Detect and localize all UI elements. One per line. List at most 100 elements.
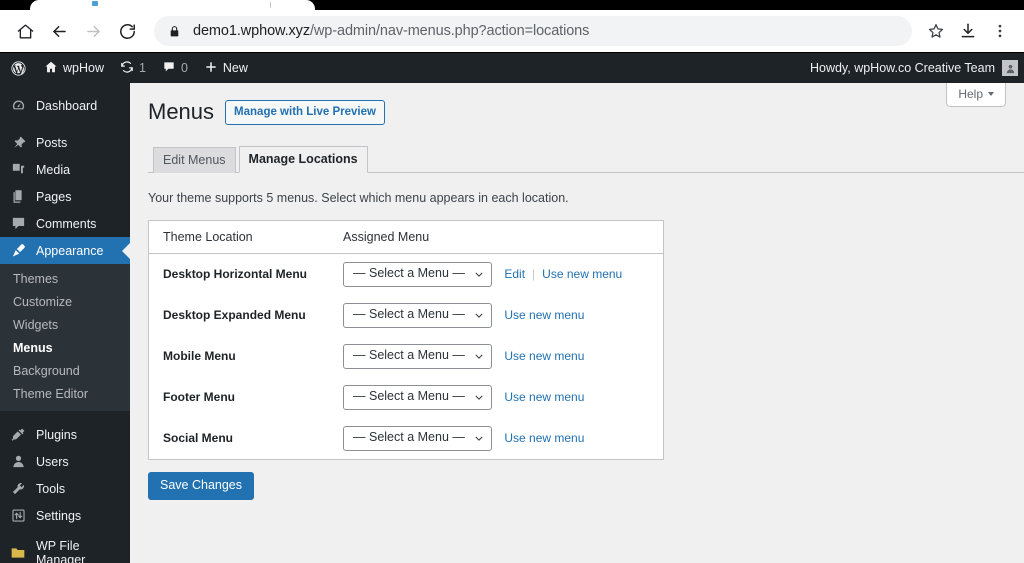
url-host: demo1.wphow.xyz: [193, 23, 310, 39]
sidebar-item-users[interactable]: Users: [0, 448, 130, 475]
site-name-menu[interactable]: wpHow: [36, 53, 112, 83]
use-new-menu-link[interactable]: Use new menu: [504, 308, 584, 322]
sidebar-item-pages[interactable]: Pages: [0, 183, 130, 210]
use-new-menu-link[interactable]: Use new menu: [504, 349, 584, 363]
sidebar-item-label: Comments: [36, 216, 97, 231]
sidebar-item-label: Settings: [36, 508, 82, 523]
back-arrow-icon[interactable]: [42, 14, 76, 48]
menu-select-wrapper: — Select a Menu —: [343, 384, 493, 410]
use-new-menu-link[interactable]: Use new menu: [504, 390, 584, 404]
site-name-label: wpHow: [63, 61, 104, 75]
column-header-theme-location: Theme Location: [148, 220, 330, 254]
comments-count: 0: [180, 61, 188, 75]
sidebar-subitem-background[interactable]: Background: [0, 360, 130, 383]
table-row: Footer Menu — Select a Menu — Use new me…: [149, 377, 664, 418]
sidebar-subitem-theme-editor[interactable]: Theme Editor: [0, 383, 130, 406]
download-icon[interactable]: [952, 15, 984, 47]
assigned-menu-cell: — Select a Menu — Use new menu: [329, 377, 663, 418]
sidebar-item-posts[interactable]: Posts: [0, 129, 130, 156]
appearance-brush-icon: [9, 243, 27, 258]
row-actions: Edit | Use new menu: [504, 267, 622, 281]
home-icon[interactable]: [8, 14, 42, 48]
help-button[interactable]: Help: [946, 83, 1006, 107]
help-tab-container: Help: [946, 83, 1006, 107]
star-icon[interactable]: [920, 15, 952, 47]
row-actions: Use new menu: [504, 308, 584, 322]
theme-location-name: Mobile Menu: [163, 349, 236, 364]
theme-location-name: Desktop Horizontal Menu: [163, 267, 308, 282]
updates-count: 1: [139, 61, 146, 75]
intro-text: Your theme supports 5 menus. Select whic…: [148, 190, 569, 205]
menu-select-footer[interactable]: — Select a Menu —: [343, 384, 493, 410]
folder-icon: [9, 545, 27, 561]
sidebar-item-label: Appearance: [36, 243, 104, 258]
avatar: [1002, 60, 1018, 76]
tab-manage-locations[interactable]: Manage Locations: [238, 145, 368, 173]
use-new-menu-link[interactable]: Use new menu: [504, 431, 584, 445]
sidebar-subitem-customize[interactable]: Customize: [0, 291, 130, 314]
menu-select-wrapper: — Select a Menu —: [343, 261, 493, 287]
sidebar-item-comments[interactable]: Comments: [0, 210, 130, 237]
sidebar-item-label: Plugins: [36, 427, 77, 442]
menu-select-desktop-expanded[interactable]: — Select a Menu —: [343, 302, 493, 328]
sidebar-item-label: Users: [36, 454, 69, 469]
sidebar-subitem-menus[interactable]: Menus: [0, 337, 130, 360]
sidebar-item-label: WP File Manager: [36, 538, 86, 563]
menu-select-mobile[interactable]: — Select a Menu —: [343, 343, 493, 369]
media-icon: [9, 162, 27, 177]
save-changes-button[interactable]: Save Changes: [148, 471, 255, 500]
tools-wrench-icon: [9, 481, 27, 496]
browser-tab[interactable]: [30, 0, 315, 10]
sidebar-item-plugins[interactable]: Plugins: [0, 421, 130, 448]
use-new-menu-link[interactable]: Use new menu: [542, 267, 622, 281]
menu-locations-table: Theme Location Assigned Menu Desktop Hor…: [148, 219, 664, 460]
reload-icon[interactable]: [110, 14, 144, 48]
table-body: Desktop Horizontal Menu — Select a Menu …: [149, 253, 664, 459]
address-bar-url: demo1.wphow.xyz/wp-admin/nav-menus.php?a…: [193, 23, 589, 39]
nav-tab-bar: Edit Menus Manage Locations: [148, 145, 1024, 173]
action-separator: |: [532, 267, 536, 282]
users-icon: [9, 454, 27, 469]
theme-location-name: Desktop Expanded Menu: [163, 308, 306, 323]
sidebar-item-settings[interactable]: Settings: [0, 502, 130, 529]
sidebar-subitem-themes[interactable]: Themes: [0, 268, 130, 291]
account-menu[interactable]: Howdy, wpHow.co Creative Team: [810, 53, 1024, 83]
tab-divider: [270, 2, 271, 8]
row-actions: Use new menu: [504, 390, 584, 404]
sidebar-item-dashboard[interactable]: Dashboard: [0, 92, 130, 119]
sidebar-item-wp-file-manager[interactable]: WP File Manager: [0, 539, 130, 563]
comments-menu[interactable]: 0: [154, 53, 196, 83]
table-header: Theme Location Assigned Menu: [148, 220, 664, 254]
appearance-submenu: Themes Customize Widgets Menus Backgroun…: [0, 264, 130, 411]
three-dot-menu-icon[interactable]: [984, 15, 1016, 47]
table-row: Desktop Horizontal Menu — Select a Menu …: [149, 253, 664, 295]
tab-edit-menus[interactable]: Edit Menus: [153, 146, 236, 173]
updates-menu[interactable]: 1: [112, 53, 154, 83]
menu-select-wrapper: — Select a Menu —: [343, 343, 493, 369]
new-content-menu[interactable]: New: [196, 53, 256, 83]
assigned-menu-cell: — Select a Menu — Use new menu: [329, 295, 663, 336]
browser-toolbar: demo1.wphow.xyz/wp-admin/nav-menus.php?a…: [0, 10, 1024, 53]
sidebar-item-appearance[interactable]: Appearance: [0, 237, 130, 264]
sidebar-item-media[interactable]: Media: [0, 156, 130, 183]
sidebar-subitem-widgets[interactable]: Widgets: [0, 314, 130, 337]
browser-toolbar-actions: [920, 15, 1016, 47]
table-header-row: Theme Location Assigned Menu: [148, 220, 664, 254]
home-small-icon: [44, 60, 58, 77]
main-content: Help Menus Manage with Live Preview Edit…: [130, 83, 1024, 563]
wordpress-logo-icon[interactable]: [0, 53, 36, 83]
sidebar-item-label: Tools: [36, 481, 66, 496]
menu-select-social[interactable]: — Select a Menu —: [343, 425, 493, 451]
address-bar[interactable]: demo1.wphow.xyz/wp-admin/nav-menus.php?a…: [154, 16, 912, 46]
sidebar-item-label: Media: [36, 162, 71, 177]
manage-with-live-preview-button[interactable]: Manage with Live Preview: [225, 99, 385, 125]
sidebar-item-label: Posts: [36, 135, 68, 150]
menu-select-desktop-horizontal[interactable]: — Select a Menu —: [343, 261, 493, 287]
edit-link[interactable]: Edit: [504, 267, 525, 281]
settings-sliders-icon: [9, 508, 27, 523]
sidebar-item-tools[interactable]: Tools: [0, 475, 130, 502]
theme-location-name: Social Menu: [163, 431, 234, 446]
comments-icon: [9, 216, 27, 231]
sidebar-item-label: Dashboard: [36, 98, 98, 113]
updates-icon: [120, 60, 134, 77]
